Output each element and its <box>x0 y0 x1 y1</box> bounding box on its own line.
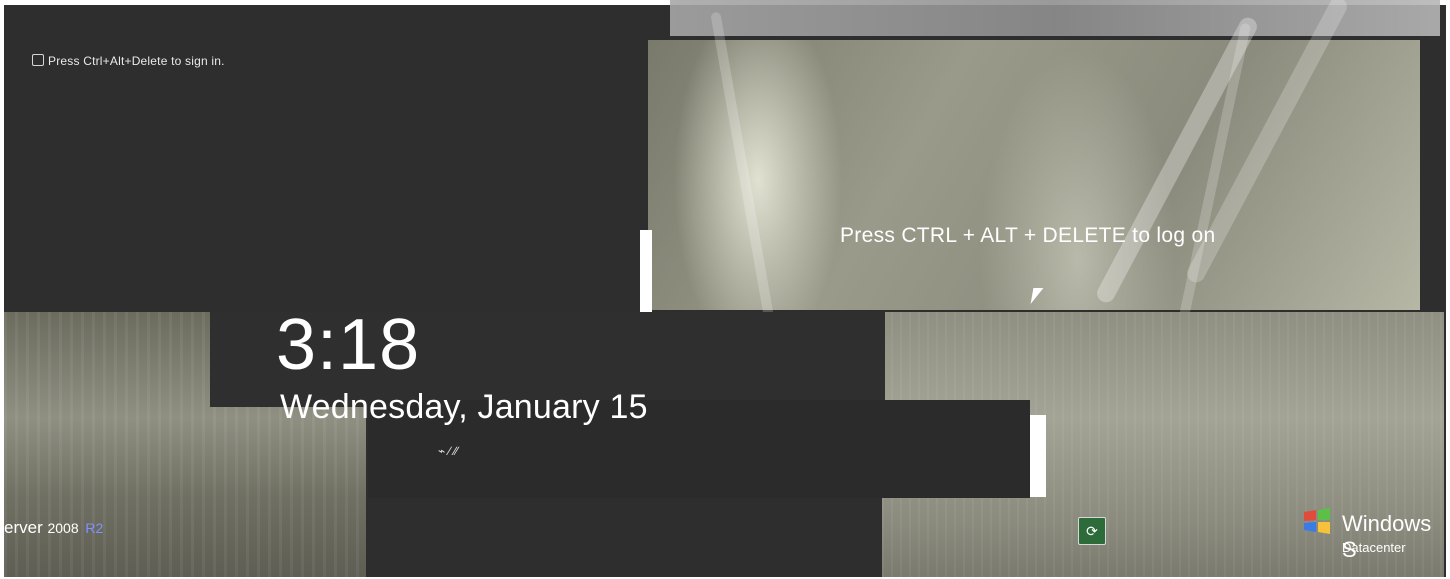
lock-date: Wednesday, January 15 <box>280 388 648 426</box>
light-streak <box>710 11 776 329</box>
windows-logo-icon <box>1304 508 1330 534</box>
status-icons: ⌁ ∕ ∕∕ <box>438 444 458 458</box>
windows-brand: Windows S <box>1342 511 1432 562</box>
press-ctrl-alt-delete-message[interactable]: Press CTRL + ALT + DELETE to log on <box>840 224 1215 248</box>
cursor-icon <box>32 54 44 66</box>
server-label-year: 2008 <box>47 520 79 536</box>
server-2008-backdrop <box>648 0 1420 338</box>
windows-edition: Datacenter <box>1342 540 1406 555</box>
server-label-r2: R2 <box>85 520 104 536</box>
login-hint-small-text: Press Ctrl+Alt+Delete to sign in. <box>48 54 225 68</box>
login-hint-small: Press Ctrl+Alt+Delete to sign in. <box>32 54 225 68</box>
lock-time: 3:18 <box>276 305 421 385</box>
divider <box>1030 415 1046 497</box>
ease-of-access-button[interactable]: ⟳ <box>1078 517 1106 545</box>
ease-of-access-icon: ⟳ <box>1086 523 1098 539</box>
divider <box>640 230 652 312</box>
windows-server-label: erver 2008 R2 <box>4 518 103 538</box>
server-label-main: erver <box>4 518 43 537</box>
